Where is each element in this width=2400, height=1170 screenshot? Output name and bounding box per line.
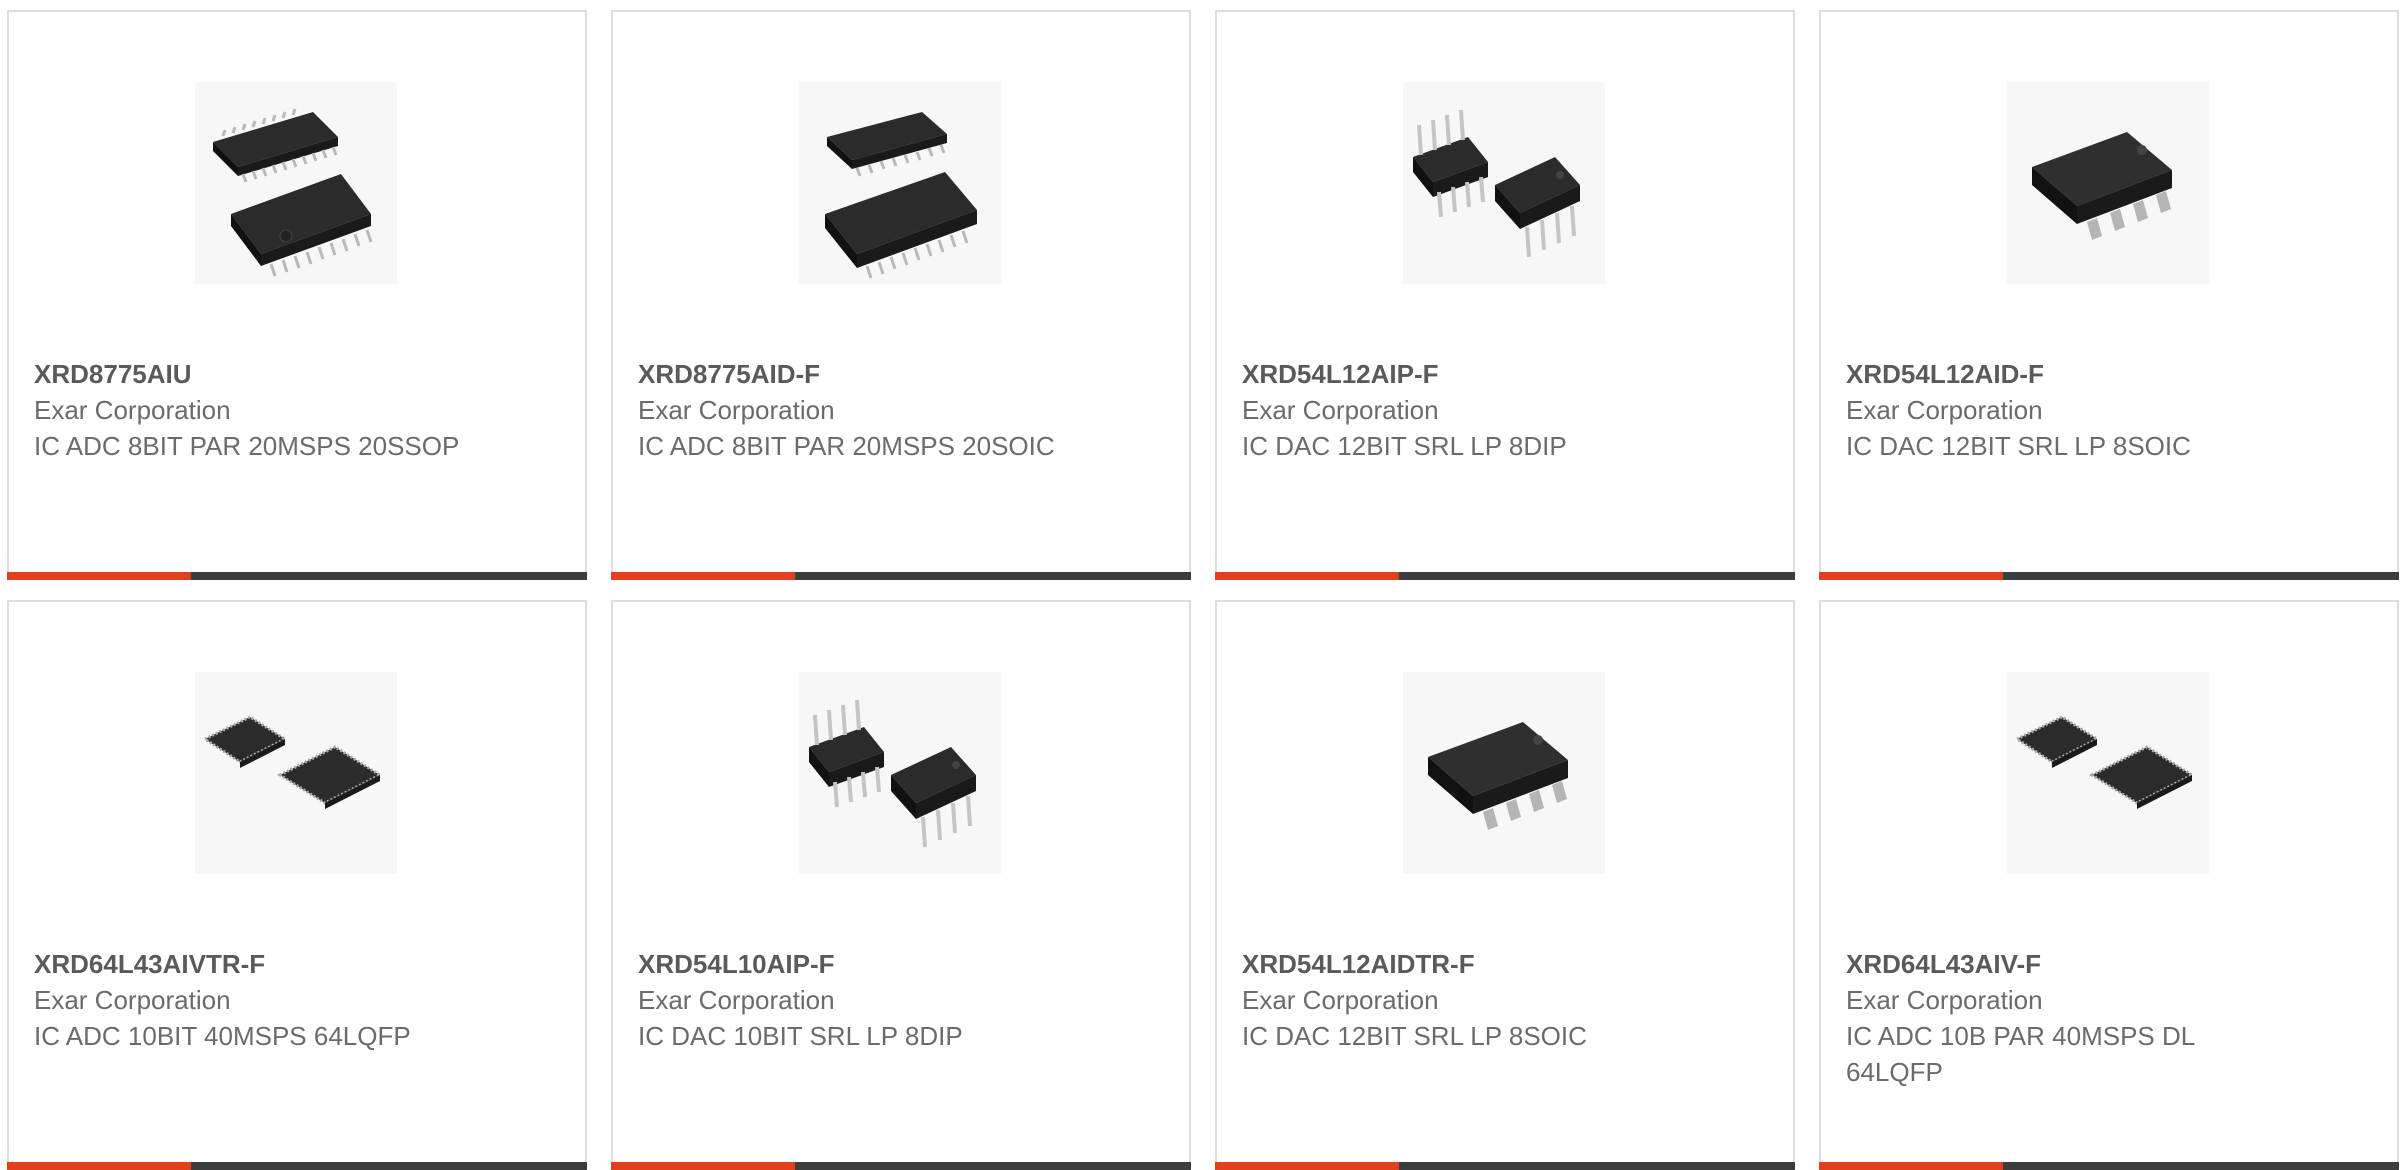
dip-chip-icon[interactable] [799, 672, 1001, 874]
ssop-chip-icon[interactable] [195, 82, 397, 284]
product-card[interactable]: XRD8775AIU Exar Corporation IC ADC 8BIT … [7, 10, 587, 580]
card-footer-bar [7, 572, 587, 580]
product-info: XRD8775AIU Exar Corporation IC ADC 8BIT … [34, 356, 565, 464]
description-text: IC ADC 10BIT 40MSPS 64LQFP [34, 1021, 411, 1051]
manufacturer-label: Exar Corporation [1242, 985, 1439, 1015]
product-card[interactable]: XRD54L12AIDTR-F Exar Corporation IC DAC … [1215, 600, 1795, 1170]
part-number-link[interactable]: XRD8775AID-F [638, 356, 1169, 392]
manufacturer-label: Exar Corporation [34, 395, 231, 425]
card-footer-bar [1819, 572, 2399, 580]
manufacturer-label: Exar Corporation [638, 395, 835, 425]
part-number-link[interactable]: XRD54L12AID-F [1846, 356, 2377, 392]
accent-stripe [1215, 1162, 1399, 1170]
product-info: XRD64L43AIV-F Exar Corporation IC ADC 10… [1846, 946, 2377, 1090]
product-info: XRD54L10AIP-F Exar Corporation IC DAC 10… [638, 946, 1169, 1054]
lqfp-chip-icon[interactable] [2007, 672, 2209, 874]
accent-stripe [611, 572, 795, 580]
description-text: IC DAC 12BIT SRL LP 8SOIC [1242, 1021, 1587, 1051]
soic-chip-icon[interactable] [799, 82, 1001, 284]
accent-stripe [7, 1162, 191, 1170]
accent-stripe [1819, 1162, 2003, 1170]
product-info: XRD8775AID-F Exar Corporation IC ADC 8BI… [638, 356, 1169, 464]
part-number-link[interactable]: XRD54L12AIDTR-F [1242, 946, 1773, 982]
accent-stripe [611, 1162, 795, 1170]
card-footer-bar [1215, 1162, 1795, 1170]
product-info: XRD64L43AIVTR-F Exar Corporation IC ADC … [34, 946, 565, 1054]
manufacturer-label: Exar Corporation [1846, 395, 2043, 425]
accent-stripe [7, 572, 191, 580]
card-footer-bar [7, 1162, 587, 1170]
card-footer-bar [1819, 1162, 2399, 1170]
lqfp-chip-icon[interactable] [195, 672, 397, 874]
product-info: XRD54L12AIDTR-F Exar Corporation IC DAC … [1242, 946, 1773, 1054]
description-text: IC ADC 8BIT PAR 20MSPS 20SSOP [34, 431, 460, 461]
card-footer-bar [1215, 572, 1795, 580]
product-card[interactable]: XRD64L43AIVTR-F Exar Corporation IC ADC … [7, 600, 587, 1170]
product-card[interactable]: XRD64L43AIV-F Exar Corporation IC ADC 10… [1819, 600, 2399, 1170]
manufacturer-label: Exar Corporation [1242, 395, 1439, 425]
accent-stripe [1215, 572, 1399, 580]
description-text: IC ADC 10B PAR 40MSPS DL 64LQFP [1846, 1021, 2195, 1087]
card-footer-bar [611, 572, 1191, 580]
product-info: XRD54L12AIP-F Exar Corporation IC DAC 12… [1242, 356, 1773, 464]
product-info: XRD54L12AID-F Exar Corporation IC DAC 12… [1846, 356, 2377, 464]
manufacturer-label: Exar Corporation [638, 985, 835, 1015]
manufacturer-label: Exar Corporation [1846, 985, 2043, 1015]
dip-chip-icon[interactable] [1403, 82, 1605, 284]
product-card[interactable]: XRD54L10AIP-F Exar Corporation IC DAC 10… [611, 600, 1191, 1170]
part-number-link[interactable]: XRD64L43AIV-F [1846, 946, 2377, 982]
soic8-chip-icon[interactable] [1403, 672, 1605, 874]
product-card[interactable]: XRD54L12AIP-F Exar Corporation IC DAC 12… [1215, 10, 1795, 580]
product-grid: XRD8775AIU Exar Corporation IC ADC 8BIT … [7, 10, 2400, 1170]
part-number-link[interactable]: XRD64L43AIVTR-F [34, 946, 565, 982]
accent-stripe [1819, 572, 2003, 580]
description-text: IC ADC 8BIT PAR 20MSPS 20SOIC [638, 431, 1055, 461]
soic8-chip-icon[interactable] [2007, 82, 2209, 284]
description-text: IC DAC 10BIT SRL LP 8DIP [638, 1021, 963, 1051]
part-number-link[interactable]: XRD8775AIU [34, 356, 565, 392]
product-card[interactable]: XRD54L12AID-F Exar Corporation IC DAC 12… [1819, 10, 2399, 580]
card-footer-bar [611, 1162, 1191, 1170]
part-number-link[interactable]: XRD54L10AIP-F [638, 946, 1169, 982]
description-text: IC DAC 12BIT SRL LP 8SOIC [1846, 431, 2191, 461]
description-text: IC DAC 12BIT SRL LP 8DIP [1242, 431, 1567, 461]
product-card[interactable]: XRD8775AID-F Exar Corporation IC ADC 8BI… [611, 10, 1191, 580]
part-number-link[interactable]: XRD54L12AIP-F [1242, 356, 1773, 392]
manufacturer-label: Exar Corporation [34, 985, 231, 1015]
